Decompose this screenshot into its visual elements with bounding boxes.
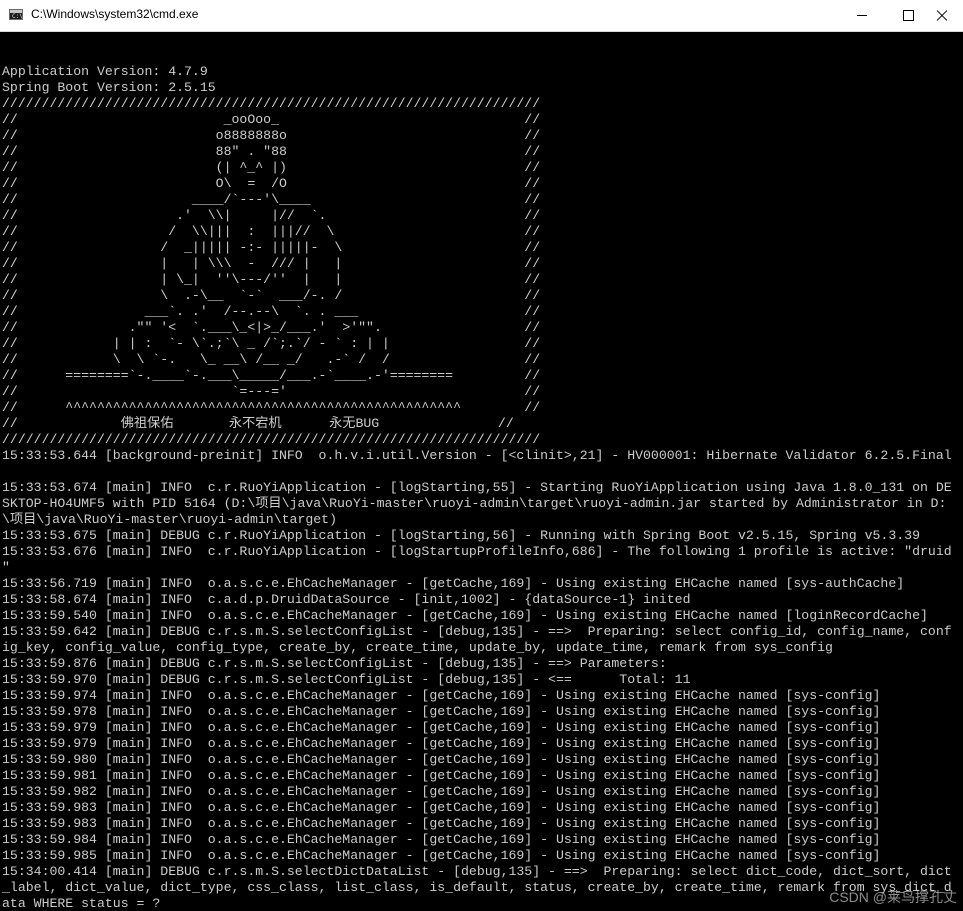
console-line: SKTOP-HO4UMF5 with PID 5164 (D:\项目\java\… <box>2 496 947 511</box>
console-line: 15:33:53.644 [background-preinit] INFO o… <box>2 448 952 463</box>
console-line: // .' \\| |// `. // <box>2 208 541 223</box>
console-line: 15:33:59.642 [main] DEBUG c.r.s.m.S.sele… <box>2 624 952 639</box>
console-line: 15:33:59.984 [main] INFO o.a.s.c.e.EhCac… <box>2 832 881 847</box>
console-line: // 88" . "88 // <box>2 144 541 159</box>
console-line: _label, dict_value, dict_type, css_class… <box>2 880 952 895</box>
minimize-button[interactable] <box>839 0 885 31</box>
console-line: 15:33:59.970 [main] DEBUG c.r.s.m.S.sele… <box>2 672 691 687</box>
console-line: Application Version: 4.7.9 <box>2 64 208 79</box>
console-line: // | \_| ''\---/'' | | // <box>2 272 541 287</box>
console-line: 15:33:59.540 [main] INFO o.a.s.c.e.EhCac… <box>2 608 928 623</box>
console-line: 15:33:59.982 [main] INFO o.a.s.c.e.EhCac… <box>2 784 881 799</box>
console-line: // o8888888o // <box>2 128 541 143</box>
console-line: 15:33:58.674 [main] INFO c.a.d.p.DruidDa… <box>2 592 691 607</box>
console-line: // ____/`---'\____ // <box>2 192 541 207</box>
console-lines: Application Version: 4.7.9 Spring Boot Ve… <box>2 64 963 911</box>
console-line: // / _||||| -:- |||||- \ // <box>2 240 541 255</box>
console-line: 15:33:59.983 [main] INFO o.a.s.c.e.EhCac… <box>2 816 881 831</box>
console-line: 15:33:59.979 [main] INFO o.a.s.c.e.EhCac… <box>2 720 881 735</box>
console-line: // ."" '< `.___\_<|>_/___.' >'"". // <box>2 320 541 335</box>
console-line: // / \\||| : |||// \ // <box>2 224 541 239</box>
console-line: // | | \\\ - /// | | // <box>2 256 541 271</box>
console-line: ////////////////////////////////////////… <box>2 432 541 447</box>
console-line: 15:33:59.978 [main] INFO o.a.s.c.e.EhCac… <box>2 704 881 719</box>
console-line: // O\ = /O // <box>2 176 541 191</box>
console-line: ig_key, config_value, config_type, creat… <box>2 640 833 655</box>
console-line: 15:33:53.675 [main] DEBUG c.r.RuoYiAppli… <box>2 528 920 543</box>
watermark: CSDN @莱鸟撑孔丈 <box>829 889 957 905</box>
window-title: C:\Windows\system32\cmd.exe <box>31 7 199 21</box>
console-line: 15:33:59.983 [main] INFO o.a.s.c.e.EhCac… <box>2 800 881 815</box>
console-line: 15:33:59.985 [main] INFO o.a.s.c.e.EhCac… <box>2 848 881 863</box>
console-line: // 佛祖保佑 永不宕机 永无BUG // <box>2 416 514 431</box>
console-line: // ========`-.____`-.___\_____/___.-`___… <box>2 368 541 383</box>
console-line: ////////////////////////////////////////… <box>2 96 541 111</box>
console-line: 15:33:59.981 [main] INFO o.a.s.c.e.EhCac… <box>2 768 881 783</box>
console-line: // `=---=' // <box>2 384 541 399</box>
console-line: 15:34:00.414 [main] DEBUG c.r.s.m.S.sele… <box>2 864 952 879</box>
console-line: // \ .-\__ `-` ___/-. / // <box>2 288 541 303</box>
console-line: Spring Boot Version: 2.5.15 <box>2 80 216 95</box>
cmd-window: C:\ C:\Windows\system32\cmd.exe Applicat… <box>0 0 963 911</box>
console-line: 15:33:53.676 [main] INFO c.r.RuoYiApplic… <box>2 544 952 559</box>
console-line: 15:33:59.980 [main] INFO o.a.s.c.e.EhCac… <box>2 752 881 767</box>
console-output[interactable]: Application Version: 4.7.9 Spring Boot Ve… <box>2 32 963 911</box>
close-button[interactable] <box>931 0 963 31</box>
console-line: 15:33:53.674 [main] INFO c.r.RuoYiApplic… <box>2 480 952 495</box>
console-line: // ___`. .' /--.--\ `. . ___ // <box>2 304 541 319</box>
console-line: // | | : `- \`.;`\ _ /`;.`/ - ` : | | // <box>2 336 541 351</box>
console-line: // (| ^_^ |) // <box>2 160 541 175</box>
console-line: // _ooOoo_ // <box>2 112 541 127</box>
title-bar[interactable]: C:\ C:\Windows\system32\cmd.exe <box>0 0 963 32</box>
console-line: 15:33:59.979 [main] INFO o.a.s.c.e.EhCac… <box>2 736 881 751</box>
console-line: 15:33:59.876 [main] DEBUG c.r.s.m.S.sele… <box>2 656 675 671</box>
console-line: \项目\java\RuoYi-master\ruoyi-admin\target… <box>2 512 338 527</box>
cmd-app-icon[interactable]: C:\ <box>9 9 23 20</box>
console-line: 15:33:56.719 [main] INFO o.a.s.c.e.EhCac… <box>2 576 905 591</box>
console-line: " <box>2 560 10 575</box>
console-line: 15:33:59.974 [main] INFO o.a.s.c.e.EhCac… <box>2 688 881 703</box>
maximize-button[interactable] <box>885 0 931 31</box>
console-line: ata WHERE status = ? <box>2 896 161 911</box>
console-line: // ^^^^^^^^^^^^^^^^^^^^^^^^^^^^^^^^^^^^^… <box>2 400 541 415</box>
console-line: // \ \ `-. \_ __\ /__ _/ .-` / / // <box>2 352 541 367</box>
